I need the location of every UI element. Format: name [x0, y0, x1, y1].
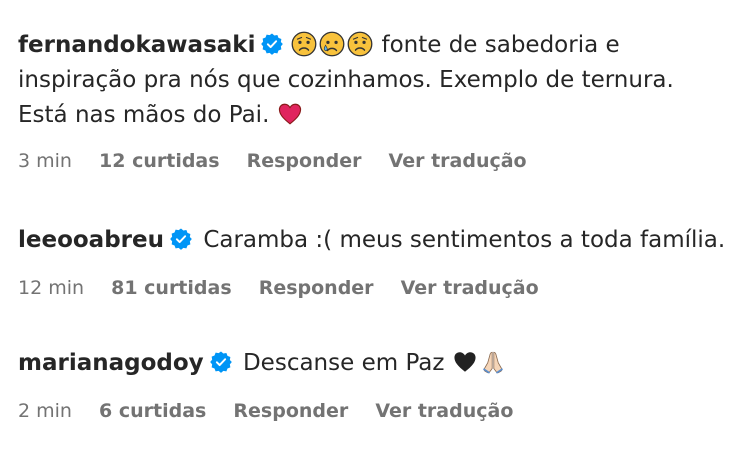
comment-body: fernandokawasaki fonte de sabedoria e ins…: [18, 28, 730, 133]
see-translation-button[interactable]: Ver tradução: [389, 149, 527, 173]
likes-count-button[interactable]: 12 curtidas: [99, 149, 220, 173]
comment-meta: 12 min 81 curtidas Responder Ver traduçã…: [18, 276, 730, 300]
comment-item: fernandokawasaki fonte de sabedoria e ins…: [18, 28, 730, 173]
comment-text: Descanse em Paz: [242, 350, 445, 376]
comment-item: leeooabreu Caramba :( meus sentimentos a…: [18, 223, 730, 300]
comment-timestamp: 12 min: [18, 277, 85, 299]
red-heart-icon: [277, 101, 303, 127]
folded-hands-icon: [480, 349, 506, 375]
comment-username[interactable]: fernandokawasaki: [18, 32, 255, 58]
comment-timestamp: 2 min: [18, 400, 72, 422]
likes-count-button[interactable]: 81 curtidas: [111, 276, 232, 300]
crying-face-icon: [319, 31, 345, 57]
likes-count-button[interactable]: 6 curtidas: [99, 399, 206, 423]
comment-text: Caramba :( meus sentimentos a toda famíl…: [203, 227, 726, 253]
verified-badge-icon: [209, 351, 232, 373]
see-translation-button[interactable]: Ver tradução: [375, 399, 513, 423]
black-heart-icon: [452, 349, 478, 375]
verified-badge-icon: [261, 33, 284, 55]
reply-button[interactable]: Responder: [259, 276, 374, 300]
comment-item: marianagodoy Descanse em Paz 2 min 6 cur…: [18, 346, 730, 423]
comment-timestamp: 3 min: [18, 150, 72, 172]
reply-button[interactable]: Responder: [233, 399, 348, 423]
see-translation-button[interactable]: Ver tradução: [401, 276, 539, 300]
comment-body: marianagodoy Descanse em Paz: [18, 346, 730, 381]
comment-meta: 3 min 12 curtidas Responder Ver tradução: [18, 149, 730, 173]
comment-body: leeooabreu Caramba :( meus sentimentos a…: [18, 223, 730, 258]
comment-meta: 2 min 6 curtidas Responder Ver tradução: [18, 399, 730, 423]
verified-badge-icon: [170, 228, 192, 250]
sad-face-icon: [347, 31, 373, 57]
reply-button[interactable]: Responder: [247, 149, 362, 173]
comment-username[interactable]: marianagodoy: [18, 350, 204, 376]
comment-username[interactable]: leeooabreu: [18, 227, 164, 253]
sad-face-icon: [291, 31, 317, 57]
